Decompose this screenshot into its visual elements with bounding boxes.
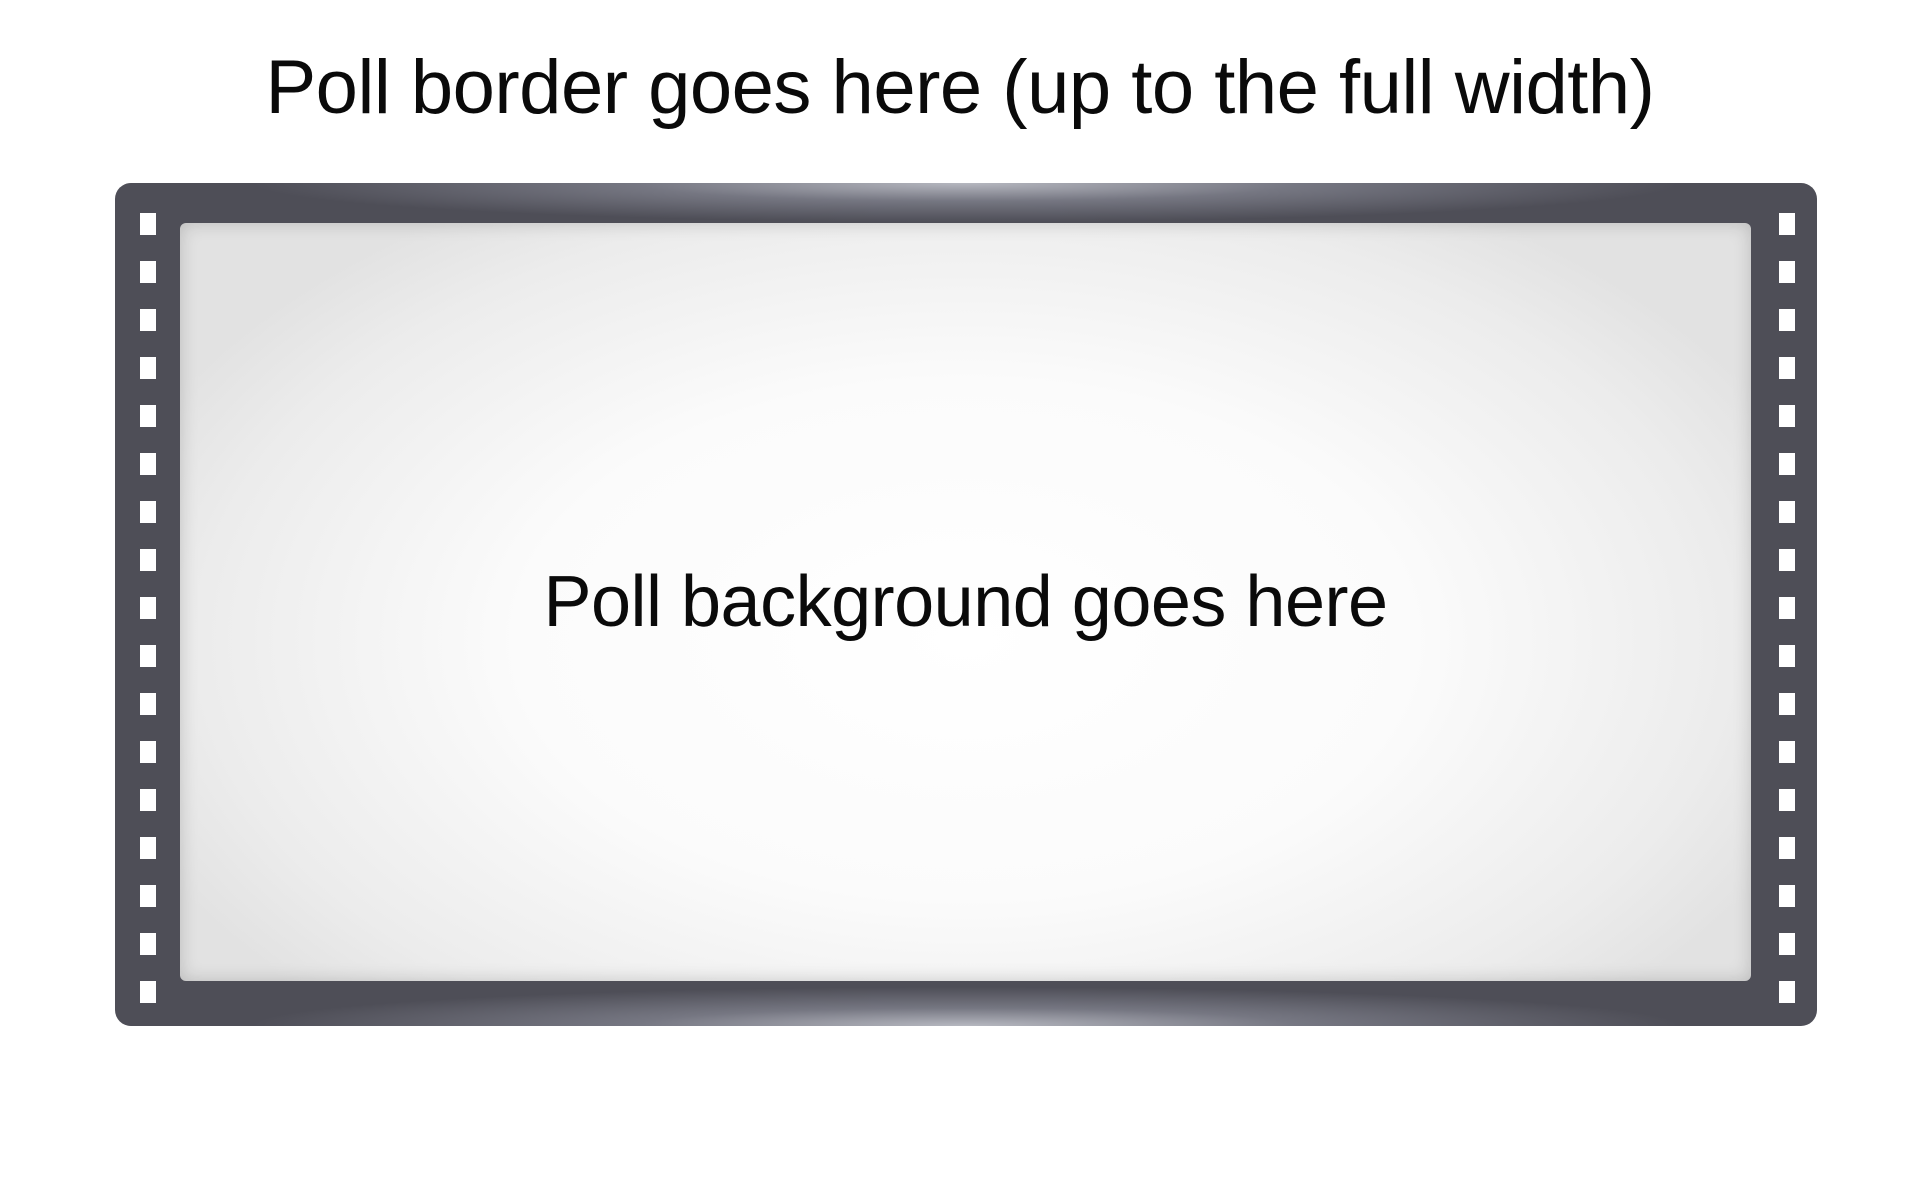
perforation (140, 789, 156, 811)
film-perforations-left (140, 213, 156, 1003)
perforation (1779, 693, 1795, 715)
perforation (140, 501, 156, 523)
page-title: Poll border goes here (up to the full wi… (265, 45, 1655, 130)
perforation (1779, 885, 1795, 907)
perforation (1779, 933, 1795, 955)
perforation (140, 741, 156, 763)
perforation (1779, 741, 1795, 763)
perforation (1779, 261, 1795, 283)
perforation (1779, 645, 1795, 667)
perforation (1779, 213, 1795, 235)
perforation (1779, 597, 1795, 619)
poll-border-frame: Poll background goes here (115, 183, 1817, 1026)
perforation (140, 645, 156, 667)
perforation (140, 357, 156, 379)
perforation (1779, 453, 1795, 475)
perforation (1779, 981, 1795, 1003)
perforation (140, 549, 156, 571)
perforation (1779, 837, 1795, 859)
perforation (1779, 549, 1795, 571)
perforation (140, 213, 156, 235)
perforation (140, 405, 156, 427)
perforation (1779, 405, 1795, 427)
perforation (140, 933, 156, 955)
perforation (1779, 357, 1795, 379)
poll-background-label: Poll background goes here (543, 562, 1388, 642)
perforation (1779, 309, 1795, 331)
perforation (1779, 789, 1795, 811)
perforation (140, 261, 156, 283)
page: Poll border goes here (up to the full wi… (0, 0, 1920, 1200)
perforation (140, 885, 156, 907)
perforation (140, 981, 156, 1003)
perforation (140, 309, 156, 331)
film-perforations-right (1779, 213, 1795, 1003)
poll-background-area: Poll background goes here (180, 223, 1751, 981)
perforation (140, 837, 156, 859)
perforation (140, 597, 156, 619)
perforation (140, 453, 156, 475)
perforation (140, 693, 156, 715)
perforation (1779, 501, 1795, 523)
